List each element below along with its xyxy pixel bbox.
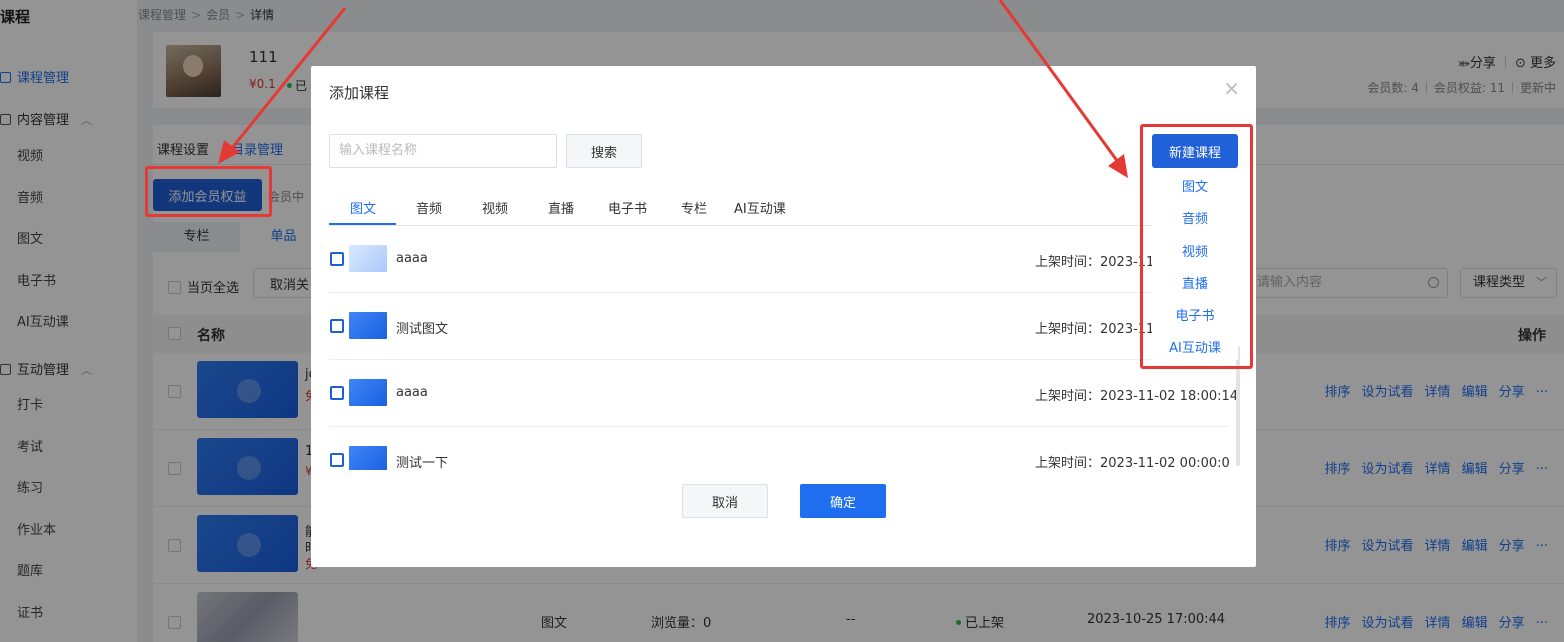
annotation-arrows (218, 0, 1128, 178)
annotation-arrow-right (998, 0, 1120, 163)
annotation-arrow-left (230, 7, 347, 149)
annotation-arrowhead-right (1108, 154, 1128, 178)
